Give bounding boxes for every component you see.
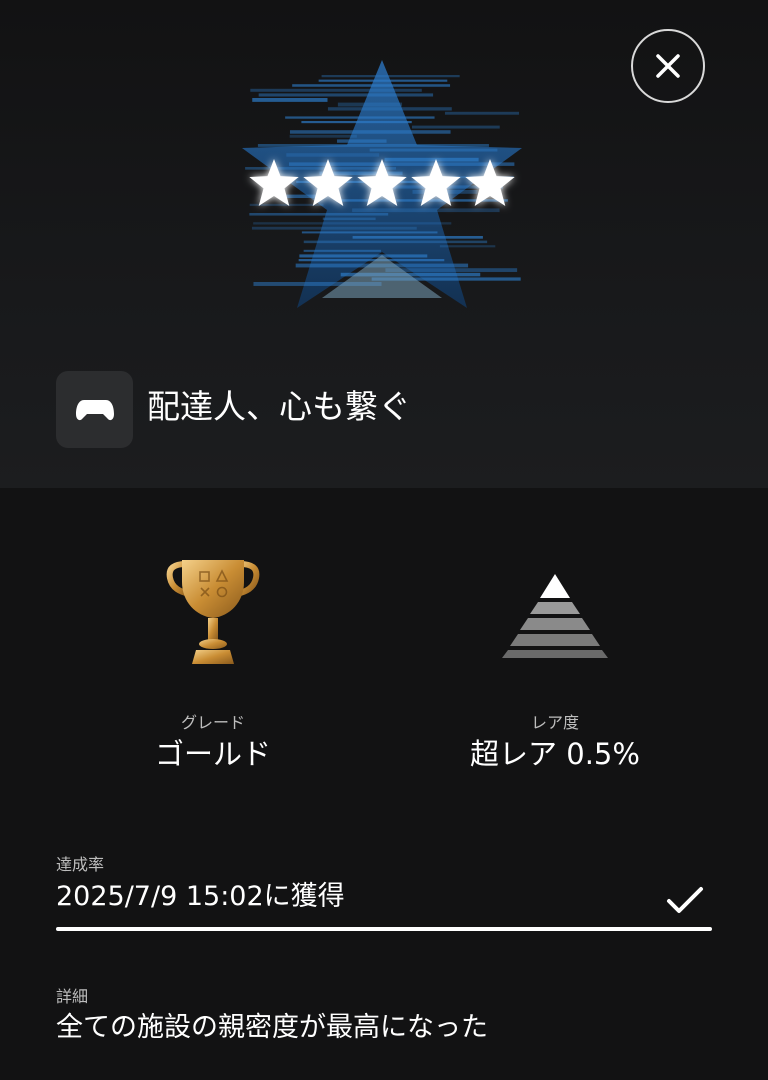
achievement-progress-fill	[56, 927, 712, 931]
rarity-value: 超レア 0.5%	[470, 737, 640, 771]
close-icon	[656, 54, 680, 78]
five-star-trophy-art	[242, 60, 522, 308]
trophy-title: 配達人、心も繋ぐ	[147, 387, 411, 426]
details-label: 詳細	[56, 987, 89, 1006]
achievement-label: 達成率	[56, 855, 105, 874]
rarity-label: レア度	[530, 713, 579, 732]
grade-value: ゴールド	[154, 737, 271, 771]
close-button[interactable]	[631, 29, 705, 103]
gold-trophy-icon	[166, 560, 260, 664]
achievement-value: 2025/7/9 15:02に獲得	[56, 881, 345, 912]
checkmark-icon	[667, 887, 703, 913]
grade-label: グレード	[180, 713, 245, 732]
game-icon-tile[interactable]	[56, 371, 133, 448]
details-value: 全ての施設の親密度が最高になった	[56, 1012, 488, 1043]
rarity-pyramid-icon	[502, 574, 608, 658]
achievement-progress-bar	[56, 927, 712, 931]
gamepad-icon	[75, 399, 114, 420]
